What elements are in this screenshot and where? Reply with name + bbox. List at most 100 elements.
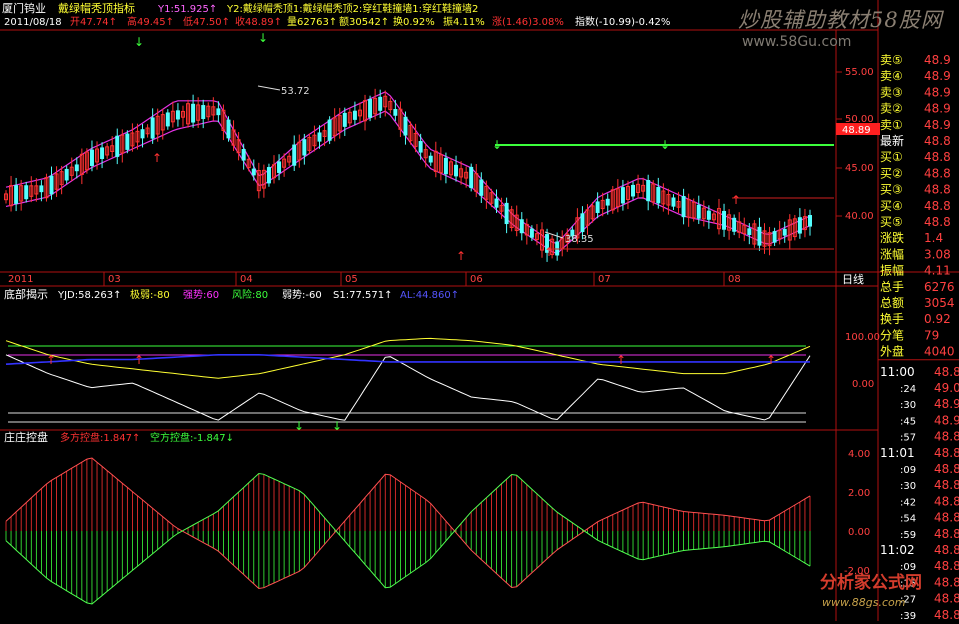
stat-row-label: 分笔	[880, 327, 904, 342]
candle-body	[140, 129, 145, 139]
period-label[interactable]: 日线	[842, 272, 864, 286]
sell-row-value: 48.9	[924, 69, 951, 83]
high-annotation: 53.72	[281, 86, 310, 97]
price-tick: 55.00	[845, 67, 874, 78]
candle-body	[747, 228, 752, 236]
tick-price: 48.8	[934, 543, 959, 557]
buy-row-value: 48.8	[924, 199, 951, 213]
stat-row-label: 总额	[880, 296, 904, 310]
candle-body	[165, 112, 170, 127]
latest-row-value: 48.8	[924, 134, 951, 148]
candle-body	[722, 210, 727, 230]
duo-value: 多方控盘:1.847↑	[60, 431, 140, 444]
stat-row-value: 1.4	[924, 231, 943, 245]
up-arrow-icon: ↑	[46, 353, 56, 367]
stat-row-value: 3054	[924, 296, 955, 310]
quote-amplitude: 振4.11%	[443, 15, 485, 28]
candle-body	[454, 164, 459, 177]
candle-body	[757, 226, 762, 246]
watermark-bottom: 分析家公式网	[820, 573, 922, 593]
buy-row-label: 买⑤	[880, 215, 903, 229]
candle-body	[39, 185, 44, 193]
candle-body	[226, 119, 231, 139]
candle-body	[605, 198, 610, 206]
tick-time: :09	[900, 465, 916, 476]
candle-body	[74, 164, 79, 172]
candle-body	[327, 119, 332, 141]
panel2-title: 底部揭示	[4, 287, 48, 301]
kong-value: 空方控盘:-1.847↓	[150, 431, 234, 444]
stat-row-value: 3.08	[924, 247, 951, 261]
latest-row-label: 最新	[880, 133, 904, 148]
candle-body	[175, 110, 180, 120]
stat-row-label: 涨幅	[880, 246, 904, 261]
candle-body	[393, 109, 398, 116]
y2-value: Y2:戴绿帽秃顶1:戴绿帽秃顶2:穿红鞋撞墙1:穿红鞋撞墙2	[226, 2, 478, 15]
tick-price: 48.8	[934, 494, 959, 508]
panel2-tick: 0.00	[852, 379, 874, 390]
stat-row-label: 涨跌	[880, 230, 904, 245]
stock-chart: ↓ ↓ ↓ ↓ ↑ ↑ ↑ ↑ ↓ ↓ ↑ ↑ ↑ ↑ 卖⑤ 48.9 卖④ 48.9 卖③ 48.9 卖② 48.9…	[0, 0, 959, 622]
candle-body	[428, 155, 433, 163]
sell-row-value: 48.9	[924, 85, 951, 99]
buy-row-value: 48.8	[924, 150, 951, 164]
price-tick: 45.00	[845, 163, 874, 174]
candle-body	[14, 185, 19, 204]
candle-body	[216, 108, 221, 116]
candle-body	[782, 228, 787, 236]
sell-row-label: 卖⑤	[880, 53, 903, 67]
panel3-tick: 2.00	[848, 488, 870, 499]
tick-time: 11:01	[880, 446, 915, 460]
candle-body	[595, 201, 600, 213]
up-arrow-icon: ↑	[152, 151, 162, 165]
candle-body	[403, 116, 408, 136]
down-arrow-icon: ↓	[332, 419, 342, 433]
tick-price: 48.8	[934, 592, 959, 606]
candle-body	[580, 213, 585, 233]
candle-body	[504, 202, 509, 225]
candle-body	[125, 133, 130, 150]
sell-row-label: 卖③	[880, 85, 903, 99]
candle-body	[292, 144, 297, 166]
sell-row-label: 卖②	[880, 102, 903, 116]
candle-body	[49, 175, 54, 195]
watermark-top: 炒股辅助教材58股网	[738, 8, 943, 32]
buy-row-value: 48.8	[924, 183, 951, 197]
candle-body	[443, 157, 448, 175]
quote-turnover: 换0.92%	[393, 15, 435, 28]
candle-body	[706, 210, 711, 220]
fx-value: 风险:80	[232, 288, 268, 301]
stat-row-value: 6276	[924, 280, 955, 294]
stat-row-value: 4.11	[924, 264, 951, 278]
tick-time: :54	[900, 514, 916, 525]
qs-value: 强势:60	[183, 288, 219, 301]
quote-low: 低47.50↑	[183, 15, 230, 28]
tick-price: 48.8	[934, 365, 959, 379]
candle-body	[302, 139, 307, 156]
stat-row-label: 外盘	[880, 344, 904, 359]
up-arrow-icon: ↑	[616, 353, 626, 367]
tick-price: 48.8	[934, 462, 959, 476]
tick-time: :42	[900, 497, 916, 508]
watermark-bottom-url: www.88gs.com	[822, 596, 906, 609]
tick-time: 11:02	[880, 543, 915, 557]
down-arrow-icon: ↓	[492, 138, 502, 152]
sell-row-value: 48.9	[924, 118, 951, 132]
tick-time: :59	[900, 530, 916, 541]
tick-time: :57	[900, 433, 916, 444]
quote-change: 涨(1.46)3.08%	[492, 16, 564, 28]
candle-body	[150, 117, 155, 139]
candle-body	[671, 197, 676, 207]
buy-row-label: 买③	[880, 183, 903, 197]
candle-body	[378, 96, 383, 111]
tick-price: 48.8	[934, 608, 959, 621]
candle-body	[352, 110, 357, 120]
month-label: 04	[240, 274, 253, 285]
s1-value: S1:77.571↑	[333, 290, 392, 301]
header-line-1: 厦门钨业 戴绿帽秃顶指标 Y1:51.925↑ Y2:戴绿帽秃顶1:戴绿帽秃顶2…	[2, 1, 478, 15]
sell-row-label: 卖①	[880, 118, 903, 132]
y1-value: Y1:51.925↑	[157, 4, 217, 15]
candle-body	[479, 179, 484, 196]
panel3-title: 庄庄控盘	[4, 430, 48, 444]
up-arrow-icon: ↑	[731, 193, 741, 207]
